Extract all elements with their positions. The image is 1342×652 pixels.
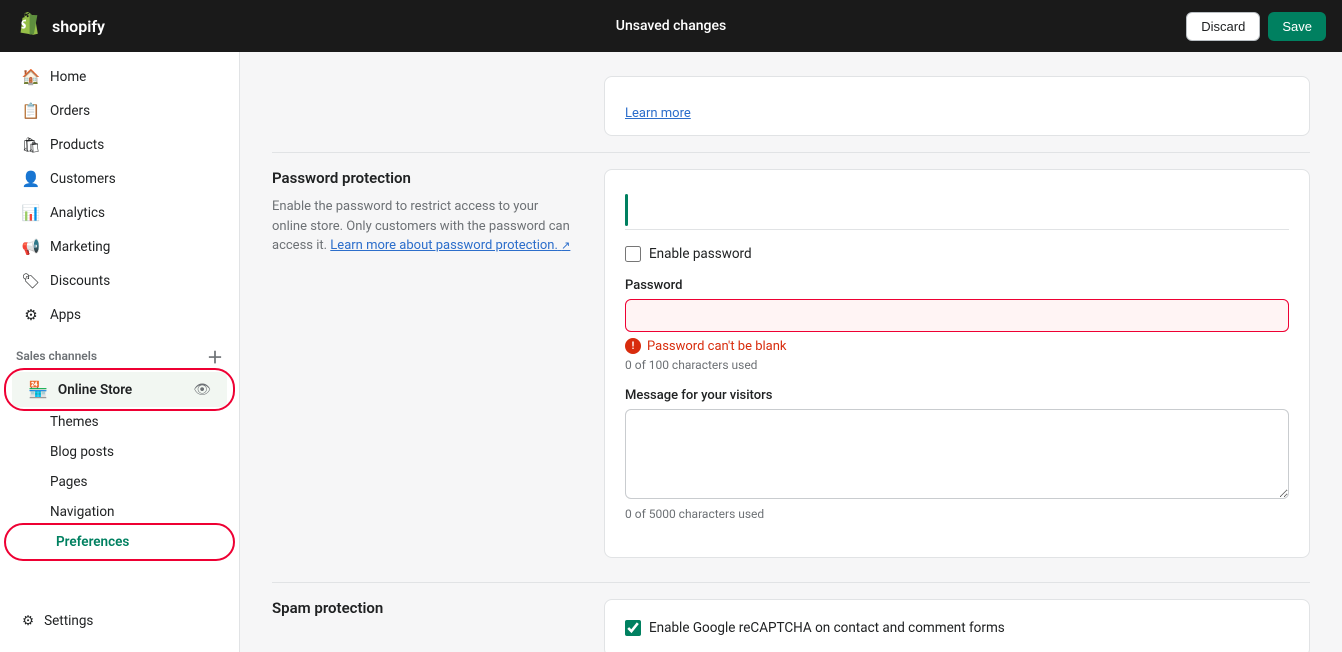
blog-posts-label: Blog posts [50, 444, 114, 460]
spam-protection-section: Spam protection Enable Google reCAPTCHA … [272, 599, 1310, 652]
sidebar-item-marketing-label: Marketing [50, 239, 110, 255]
sidebar-item-blog-posts[interactable]: Blog posts [6, 437, 233, 467]
sidebar-item-preferences[interactable]: Preferences [12, 527, 227, 557]
layout: 🏠 Home 📋 Orders 🛍 Products 👤 Customers 📊… [0, 52, 1342, 652]
sidebar-item-analytics-label: Analytics [50, 205, 105, 221]
sidebar-item-pages[interactable]: Pages [6, 467, 233, 497]
recaptcha-checkbox[interactable] [625, 620, 641, 636]
password-label: Password [625, 278, 1289, 293]
sidebar-item-home[interactable]: 🏠 Home [6, 60, 233, 94]
spam-card: Enable Google reCAPTCHA on contact and c… [604, 599, 1310, 652]
eye-icon[interactable]: 👁 [193, 382, 211, 398]
marketing-icon: 📢 [22, 238, 40, 256]
shopify-logo: shopify [16, 12, 105, 40]
recaptcha-label: Enable Google reCAPTCHA on contact and c… [649, 620, 1005, 636]
password-protection-section: Password protection Enable the password … [272, 169, 1310, 558]
online-store-item[interactable]: 🏪 Online Store 👁 [12, 372, 227, 407]
message-label: Message for your visitors [625, 388, 1289, 403]
online-store-label: Online Store [58, 382, 132, 398]
password-learn-more-link[interactable]: Learn more about password protection. ↗ [330, 238, 570, 253]
settings-label: Settings [44, 613, 93, 629]
enable-password-checkbox[interactable] [625, 246, 641, 262]
add-sales-channel-icon[interactable]: ＋ [207, 344, 223, 368]
main-content: Learn more Password protection Enable th… [240, 52, 1342, 652]
password-input[interactable] [625, 299, 1289, 332]
logo-text: shopify [52, 17, 105, 36]
topbar-title: Unsaved changes [616, 18, 726, 34]
sidebar-item-settings[interactable]: ⚙ Settings [6, 605, 233, 637]
sales-channels-section: Sales channels ＋ [0, 332, 239, 372]
spam-desc: Spam protection [272, 599, 572, 652]
sidebar-item-apps[interactable]: ⚙ Apps [6, 298, 233, 332]
online-store-wrapper: 🏪 Online Store 👁 [6, 372, 233, 407]
divider-top [272, 152, 1310, 153]
password-section-description: Enable the password to restrict access t… [272, 197, 572, 256]
external-link-icon: ↗ [561, 239, 570, 252]
sidebar-item-apps-label: Apps [50, 307, 81, 323]
online-store-icon: 🏪 [28, 380, 48, 399]
sales-channels-label: Sales channels [16, 349, 97, 363]
message-textarea[interactable] [625, 409, 1289, 499]
sidebar-item-products[interactable]: 🛍 Products [6, 128, 233, 162]
password-field-section: Password Password can't be blank 0 of 10… [625, 278, 1289, 372]
spam-section-title: Spam protection [272, 599, 572, 617]
password-char-count: 0 of 100 characters used [625, 358, 1289, 372]
discounts-icon: 🏷 [22, 272, 40, 290]
topbar: shopify Unsaved changes Discard Save [0, 0, 1342, 52]
sidebar-item-themes[interactable]: Themes [6, 407, 233, 437]
sidebar-item-discounts-label: Discounts [50, 273, 110, 289]
message-field-section: Message for your visitors 0 of 5000 char… [625, 388, 1289, 521]
sidebar-item-discounts[interactable]: 🏷 Discounts [6, 264, 233, 298]
message-char-count: 0 of 5000 characters used [625, 507, 1289, 521]
products-icon: 🛍 [22, 136, 40, 154]
customers-icon: 👤 [22, 170, 40, 188]
analytics-icon: 📊 [22, 204, 40, 222]
apps-icon: ⚙ [22, 306, 40, 324]
password-error-message: Password can't be blank [647, 339, 787, 354]
sidebar-item-customers[interactable]: 👤 Customers [6, 162, 233, 196]
error-icon [625, 338, 641, 354]
enable-password-label: Enable password [649, 246, 752, 262]
password-card: Enable password Password Password can't … [604, 169, 1310, 558]
settings-icon: ⚙ [22, 613, 34, 629]
themes-label: Themes [50, 414, 99, 430]
online-store-left: 🏪 Online Store [28, 380, 132, 399]
top-link[interactable]: Learn more [625, 106, 691, 121]
save-button[interactable]: Save [1268, 12, 1326, 41]
sidebar-item-orders-label: Orders [50, 103, 90, 119]
preferences-label: Preferences [56, 534, 129, 550]
sidebar-item-customers-label: Customers [50, 171, 116, 187]
discard-button[interactable]: Discard [1186, 12, 1260, 41]
password-section-title: Password protection [272, 169, 572, 187]
sidebar-item-marketing[interactable]: 📢 Marketing [6, 230, 233, 264]
sidebar-item-navigation[interactable]: Navigation [6, 497, 233, 527]
topbar-actions: Discard Save [1186, 12, 1326, 41]
sidebar-item-home-label: Home [50, 69, 86, 85]
sidebar-item-analytics[interactable]: 📊 Analytics [6, 196, 233, 230]
shopify-icon [16, 12, 44, 40]
preferences-wrapper: Preferences [6, 527, 233, 557]
sidebar-item-products-label: Products [50, 137, 104, 153]
sidebar: 🏠 Home 📋 Orders 🛍 Products 👤 Customers 📊… [0, 52, 240, 652]
navigation-label: Navigation [50, 504, 114, 520]
recaptcha-checkbox-row: Enable Google reCAPTCHA on contact and c… [625, 620, 1289, 636]
home-icon: 🏠 [22, 68, 40, 86]
pages-label: Pages [50, 474, 88, 490]
password-desc: Password protection Enable the password … [272, 169, 572, 558]
enable-password-checkbox-row: Enable password [625, 246, 1289, 262]
orders-icon: 📋 [22, 102, 40, 120]
divider-bottom [272, 582, 1310, 583]
password-error-row: Password can't be blank [625, 338, 1289, 354]
sidebar-item-orders[interactable]: 📋 Orders [6, 94, 233, 128]
